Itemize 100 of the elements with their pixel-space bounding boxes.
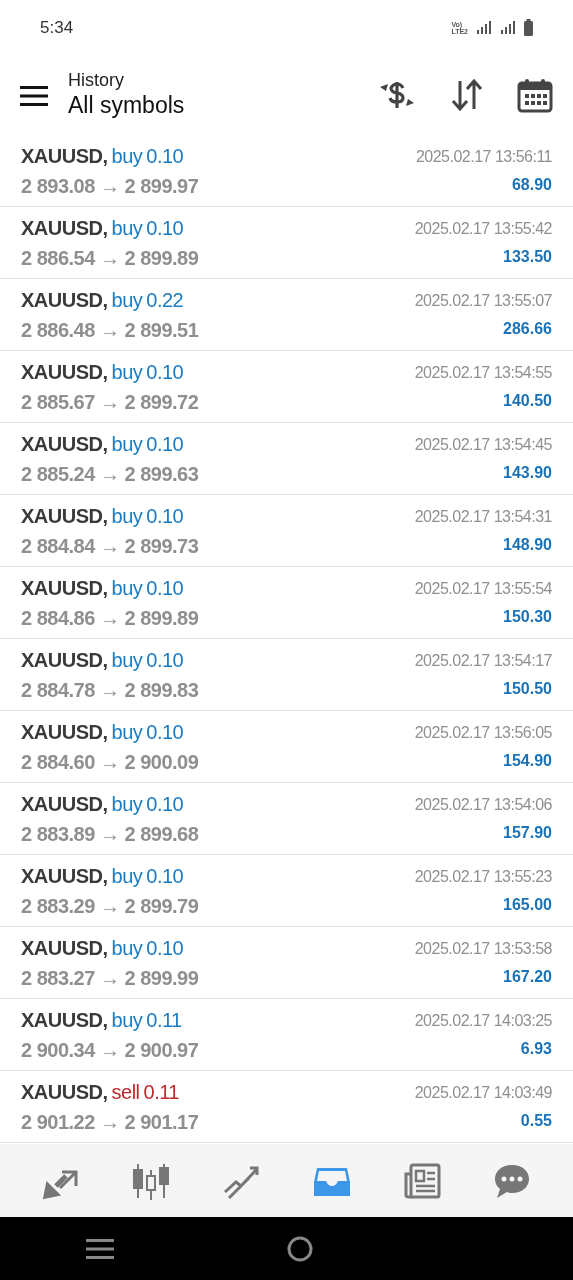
- symbol-name: XAUUSD,: [21, 359, 108, 385]
- home-icon[interactable]: [286, 1234, 315, 1263]
- sort-icon: [449, 77, 485, 113]
- symbol-name: XAUUSD,: [21, 215, 108, 241]
- symbol-name: XAUUSD,: [21, 647, 108, 673]
- order-volume: 0.10: [146, 575, 184, 601]
- profit-value: 133.50: [503, 246, 552, 267]
- order-type: buy: [111, 935, 143, 961]
- order-type: buy: [111, 287, 143, 313]
- order-type: buy: [111, 719, 143, 745]
- price-range: 2 883.27 → 2 899.99: [21, 965, 199, 991]
- order-type: buy: [111, 143, 143, 169]
- order-volume: 0.10: [146, 431, 184, 457]
- symbol-name: XAUUSD,: [21, 143, 108, 169]
- symbol-name: XAUUSD,: [21, 719, 108, 745]
- deal-row[interactable]: XAUUSD, buy 0.10 2 883.27 → 2 899.99 2025.02.17 13:53:58 167.20: [0, 927, 573, 999]
- symbol-name: XAUUSD,: [21, 935, 108, 961]
- deal-row[interactable]: XAUUSD, buy 0.10 2 884.84 → 2 899.73 2025.02.17 13:54:31 148.90: [0, 495, 573, 567]
- deal-time: 2025.02.17 13:54:06: [414, 794, 552, 815]
- recent-apps-icon[interactable]: [86, 1237, 115, 1260]
- deal-row[interactable]: XAUUSD, buy 0.10 2 885.67 → 2 899.72 2025.02.17 13:54:55 140.50: [0, 351, 573, 423]
- order-volume: 0.10: [146, 503, 184, 529]
- price-range: 2 901.22 → 2 901.17: [21, 1109, 199, 1135]
- deal-time: 2025.02.17 14:03:49: [414, 1082, 552, 1103]
- order-volume: 0.22: [146, 287, 184, 313]
- deal-time: 2025.02.17 13:55:23: [414, 866, 552, 887]
- symbol-name: XAUUSD,: [21, 431, 108, 457]
- order-type: buy: [111, 647, 143, 673]
- price-range: 2 884.84 → 2 899.73: [21, 533, 199, 559]
- deal-time: 2025.02.17 13:55:42: [414, 218, 552, 239]
- deal-row[interactable]: XAUUSD, buy 0.10 2 884.86 → 2 899.89 2025.02.17 13:55:54 150.30: [0, 567, 573, 639]
- deal-row[interactable]: XAUUSD, buy 0.22 2 886.48 → 2 899.51 2025.02.17 13:55:07 286.66: [0, 279, 573, 351]
- order-volume: 0.10: [146, 791, 184, 817]
- order-volume: 0.10: [146, 215, 184, 241]
- order-volume: 0.10: [146, 143, 184, 169]
- screen-title: History: [68, 70, 125, 92]
- deal-row[interactable]: XAUUSD, buy 0.10 2 883.89 → 2 899.68 2025.02.17 13:54:06 157.90: [0, 783, 573, 855]
- profit-value: 150.50: [503, 678, 552, 699]
- order-volume: 0.10: [146, 719, 184, 745]
- order-type: buy: [111, 359, 143, 385]
- symbol-name: XAUUSD,: [21, 575, 108, 601]
- symbol-name: XAUUSD,: [21, 1079, 108, 1105]
- price-range: 2 884.86 → 2 899.89: [21, 605, 199, 631]
- candlestick-icon: [132, 1161, 171, 1200]
- deal-time: 2025.02.17 13:54:45: [414, 434, 552, 455]
- battery-icon: [524, 19, 533, 36]
- order-type: buy: [111, 575, 143, 601]
- symbol-name: XAUUSD,: [21, 863, 108, 889]
- order-volume: 0.10: [146, 935, 184, 961]
- deal-time: 2025.02.17 13:55:07: [414, 290, 552, 311]
- deal-time: 2025.02.17 13:56:05: [414, 722, 552, 743]
- profit-value: 157.90: [503, 822, 552, 843]
- deal-row[interactable]: XAUUSD, sell 0.11 2 901.22 → 2 901.17 2025.02.17 14:03:49 0.55: [0, 1071, 573, 1143]
- deal-time: 2025.02.17 13:54:17: [414, 650, 552, 671]
- menu-icon: [20, 84, 48, 107]
- signal-icon: [476, 20, 492, 35]
- profit-value: 6.93: [520, 1038, 552, 1059]
- clock-time: 5:34: [40, 16, 74, 39]
- order-volume: 0.10: [146, 647, 184, 673]
- order-volume: 0.11: [143, 1079, 179, 1105]
- deal-time: 2025.02.17 14:03:25: [414, 1010, 552, 1031]
- price-range: 2 883.29 → 2 899.79: [21, 893, 199, 919]
- deal-row[interactable]: XAUUSD, buy 0.10 2 893.08 → 2 899.97 2025.02.17 13:56:11 68.90: [0, 135, 573, 207]
- deal-row[interactable]: XAUUSD, buy 0.10 2 886.54 → 2 899.89 2025.02.17 13:55:42 133.50: [0, 207, 573, 279]
- profit-value: 143.90: [503, 462, 552, 483]
- deal-row[interactable]: XAUUSD, buy 0.10 2 884.78 → 2 899.83 2025.02.17 13:54:17 150.50: [0, 639, 573, 711]
- profit-value: 0.55: [520, 1110, 552, 1131]
- profit-value: 68.90: [511, 174, 552, 195]
- profit-value: 165.00: [503, 894, 552, 915]
- symbol-name: XAUUSD,: [21, 791, 108, 817]
- price-range: 2 886.48 → 2 899.51: [21, 317, 199, 343]
- profit-value: 167.20: [503, 966, 552, 987]
- symbol-name: XAUUSD,: [21, 287, 108, 313]
- signal-icon: [500, 20, 516, 35]
- order-volume: 0.10: [146, 863, 184, 889]
- deal-row[interactable]: XAUUSD, buy 0.10 2 883.29 → 2 899.79 2025.02.17 13:55:23 165.00: [0, 855, 573, 927]
- deal-time: 2025.02.17 13:55:54: [414, 578, 552, 599]
- deal-row[interactable]: XAUUSD, buy 0.10 2 884.60 → 2 900.09 2025.02.17 13:56:05 154.90: [0, 711, 573, 783]
- price-range: 2 900.34 → 2 900.97: [21, 1037, 199, 1063]
- profit-value: 140.50: [503, 390, 552, 411]
- deal-time: 2025.02.17 13:56:11: [415, 146, 552, 167]
- profit-value: 148.90: [503, 534, 552, 555]
- symbol-name: XAUUSD,: [21, 503, 108, 529]
- deal-time: 2025.02.17 13:54:55: [414, 362, 552, 383]
- order-type: buy: [111, 503, 143, 529]
- order-type: buy: [111, 1007, 143, 1033]
- profit-value: 150.30: [503, 606, 552, 627]
- order-volume: 0.10: [146, 359, 184, 385]
- symbol-filter[interactable]: All symbols: [68, 92, 373, 120]
- price-range: 2 886.54 → 2 899.89: [21, 245, 199, 271]
- deal-row[interactable]: XAUUSD, buy 0.10 2 885.24 → 2 899.63 2025.02.17 13:54:45 143.90: [0, 423, 573, 495]
- order-volume: 0.11: [146, 1007, 182, 1033]
- order-type: buy: [111, 863, 143, 889]
- price-range: 2 893.08 → 2 899.97: [21, 173, 199, 199]
- order-type: buy: [111, 431, 143, 457]
- deal-time: 2025.02.17 13:53:58: [414, 938, 552, 959]
- deal-row[interactable]: XAUUSD, buy 0.11 2 900.34 → 2 900.97 2025.02.17 14:03:25 6.93: [0, 999, 573, 1071]
- deal-time: 2025.02.17 13:54:31: [414, 506, 552, 527]
- price-range: 2 885.24 → 2 899.63: [21, 461, 199, 487]
- profit-value: 286.66: [503, 318, 552, 339]
